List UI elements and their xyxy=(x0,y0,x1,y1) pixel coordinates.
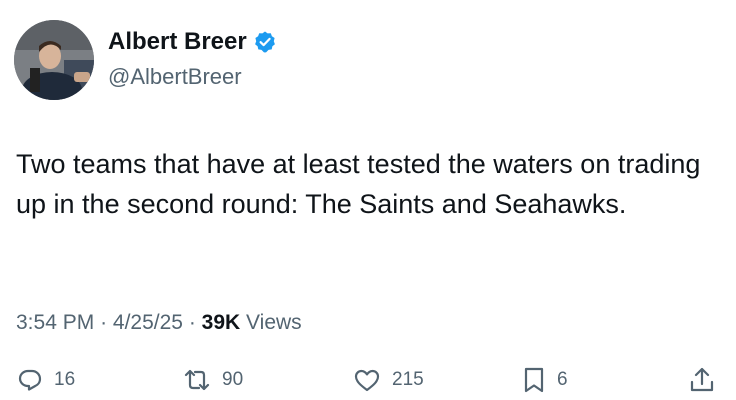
like-icon xyxy=(354,369,380,392)
action-bar: 16 90 215 6 xyxy=(16,366,720,400)
repost-count: 90 xyxy=(222,369,244,390)
repost-button[interactable]: 90 xyxy=(182,366,243,394)
verified-badge-icon xyxy=(253,30,277,54)
reply-count: 16 xyxy=(54,369,76,390)
like-button[interactable]: 215 xyxy=(352,366,424,394)
reply-button[interactable]: 16 xyxy=(16,366,75,394)
avatar[interactable] xyxy=(14,20,94,100)
bookmark-icon xyxy=(524,367,544,393)
share-button[interactable] xyxy=(688,366,716,394)
views-count: 39K xyxy=(201,311,241,334)
reply-icon xyxy=(18,369,42,391)
author-display-name[interactable]: Albert Breer xyxy=(108,28,247,56)
tweet-meta: 3:54 PM · 4/25/25 · 39K Views xyxy=(16,308,302,338)
avatar-photo xyxy=(14,20,94,100)
tweet-text: Two teams that have at least tested the … xyxy=(16,149,701,219)
author-name-row: Albert Breer xyxy=(108,28,277,56)
like-count: 215 xyxy=(392,369,424,390)
meta-separator: · xyxy=(100,311,108,334)
meta-separator: · xyxy=(188,311,196,334)
bookmark-button[interactable]: 6 xyxy=(521,366,568,394)
retweet-icon xyxy=(184,369,210,391)
tweet-date[interactable]: 4/25/25 xyxy=(113,311,183,334)
bookmark-count: 6 xyxy=(557,369,568,390)
tweet-time[interactable]: 3:54 PM xyxy=(16,311,94,334)
author-handle[interactable]: @AlbertBreer xyxy=(108,64,242,90)
views-label: Views xyxy=(246,311,302,334)
share-icon xyxy=(690,367,714,392)
